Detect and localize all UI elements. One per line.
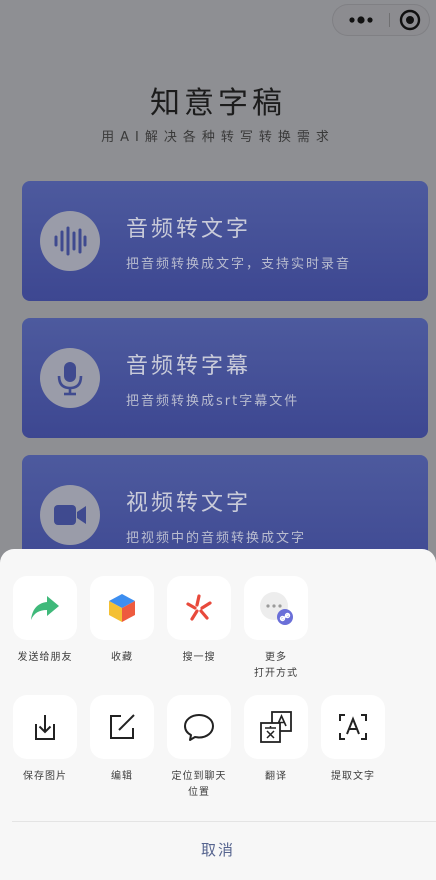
more-open-icon [244, 576, 308, 640]
share-sheet: 发送给朋友 收藏 搜一搜 更多 打开方式 保存图片 编辑 定位到聊天 位置 翻译… [0, 549, 436, 880]
edit-icon [90, 695, 154, 759]
option-save-image[interactable]: 保存图片 [13, 695, 77, 785]
option-favorite[interactable]: 收藏 [90, 576, 154, 666]
app-subtitle: 用AI解决各种转写转换需求 [101, 130, 335, 145]
download-icon [13, 695, 77, 759]
microphone-icon [40, 348, 100, 408]
option-locate-chat[interactable]: 定位到聊天 位置 [167, 695, 231, 801]
miniapp-capsule [332, 4, 430, 36]
option-more-open[interactable]: 更多 打开方式 [244, 576, 308, 682]
option-translate[interactable]: 翻译 [244, 695, 308, 785]
more-dots-icon[interactable] [333, 5, 388, 35]
translate-icon [244, 695, 308, 759]
favorite-cube-icon [90, 576, 154, 640]
card-description: 把视频中的音频转换成文字 [126, 531, 307, 546]
option-extract-text[interactable]: 提取文字 [321, 695, 385, 785]
chat-bubble-icon [167, 695, 231, 759]
card-audio-to-text[interactable]: 音频转文字 把音频转换成文字，支持实时录音 [22, 181, 428, 301]
option-search[interactable]: 搜一搜 [167, 576, 231, 666]
card-description: 把音频转换成文字，支持实时录音 [126, 257, 352, 272]
card-description: 把音频转换成srt字幕文件 [126, 394, 300, 409]
share-arrow-icon [13, 576, 77, 640]
audio-wave-icon [40, 211, 100, 271]
video-camera-icon [40, 485, 100, 545]
card-title: 音频转文字 [126, 217, 252, 242]
search-spark-icon [167, 576, 231, 640]
app-title: 知意字稿 [150, 86, 286, 121]
card-title: 音频转字幕 [126, 354, 252, 379]
option-label: 提取文字 [331, 771, 375, 782]
sheet-divider [12, 821, 436, 822]
miniapp-close-icon[interactable] [391, 5, 429, 35]
option-label: 更多 打开方式 [254, 652, 298, 679]
capsule-divider [389, 13, 390, 27]
cancel-button[interactable]: 取消 [0, 839, 436, 860]
card-audio-to-subtitle[interactable]: 音频转字幕 把音频转换成srt字幕文件 [22, 318, 428, 438]
option-send-to-friend[interactable]: 发送给朋友 [13, 576, 77, 666]
option-edit[interactable]: 编辑 [90, 695, 154, 785]
extract-text-icon [321, 695, 385, 759]
card-title: 视频转文字 [126, 491, 252, 516]
